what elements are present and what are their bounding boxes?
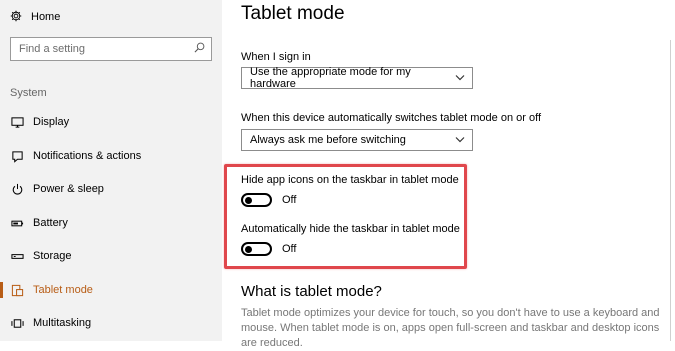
hide-app-icons-toggle[interactable] [241, 193, 272, 207]
home-link[interactable]: Home [10, 8, 60, 26]
power-icon [10, 182, 24, 196]
group-label-system: System [10, 87, 47, 99]
toggle-knob [245, 245, 252, 253]
sidebar-item-power-sleep[interactable]: Power & sleep [0, 176, 222, 202]
tablet-mode-icon [10, 283, 24, 297]
auto-switch-label: When this device automatically switches … [241, 112, 542, 124]
storage-icon [10, 249, 24, 263]
notifications-icon [10, 149, 24, 163]
main-content: Tablet mode When I sign in Use the appro… [222, 0, 675, 349]
sidebar-item-label: Display [33, 116, 70, 128]
sidebar-item-multitasking[interactable]: Multitasking [0, 310, 222, 336]
auto-hide-taskbar-toggle-row: Off [241, 242, 296, 256]
hide-app-icons-toggle-row: Off [241, 193, 296, 207]
display-icon [10, 115, 24, 129]
sidebar-item-label: Multitasking [33, 317, 92, 329]
sidebar-item-battery[interactable]: Battery [0, 210, 222, 236]
search-input[interactable] [19, 43, 194, 55]
tablet-mode-description: Tablet mode optimizes your device for to… [241, 307, 660, 349]
scrollbar[interactable] [670, 40, 671, 341]
auto-hide-taskbar-label: Automatically hide the taskbar in tablet… [241, 223, 460, 235]
sidebar-item-label: Storage [33, 250, 72, 262]
hide-app-icons-label: Hide app icons on the taskbar in tablet … [241, 174, 459, 186]
battery-icon [10, 216, 24, 230]
auto-switch-value: Always ask me before switching [250, 134, 406, 146]
sidebar-item-label: Notifications & actions [33, 150, 142, 162]
multitasking-icon [10, 316, 24, 330]
hide-app-icons-state: Off [282, 194, 297, 206]
sidebar-item-label: Battery [33, 217, 68, 229]
sidebar-item-storage[interactable]: Storage [0, 243, 222, 269]
page-title: Tablet mode [241, 3, 345, 24]
sidebar-item-notifications[interactable]: Notifications & actions [0, 143, 222, 169]
sidebar-item-tablet-mode[interactable]: Tablet mode [0, 277, 222, 303]
sign-in-mode-dropdown[interactable]: Use the appropriate mode for my hardware [241, 66, 473, 90]
sidebar: Home System Display Notifications & acti… [0, 0, 222, 341]
auto-hide-taskbar-state: Off [282, 243, 297, 255]
search-box[interactable] [10, 37, 212, 61]
sign-in-mode-value: Use the appropriate mode for my hardware [250, 66, 411, 90]
sign-in-label: When I sign in [241, 51, 311, 63]
search-icon[interactable] [194, 40, 205, 58]
toggle-knob [245, 196, 252, 204]
chevron-down-icon [455, 72, 465, 84]
sidebar-item-display[interactable]: Display [0, 109, 222, 135]
auto-switch-dropdown[interactable]: Always ask me before switching [241, 129, 473, 151]
section-title: What is tablet mode? [241, 283, 382, 300]
sidebar-item-label: Power & sleep [33, 183, 104, 195]
gear-icon [10, 10, 22, 25]
home-label: Home [31, 11, 61, 23]
sidebar-item-label: Tablet mode [33, 284, 93, 296]
chevron-down-icon [455, 134, 465, 146]
auto-hide-taskbar-toggle[interactable] [241, 242, 272, 256]
